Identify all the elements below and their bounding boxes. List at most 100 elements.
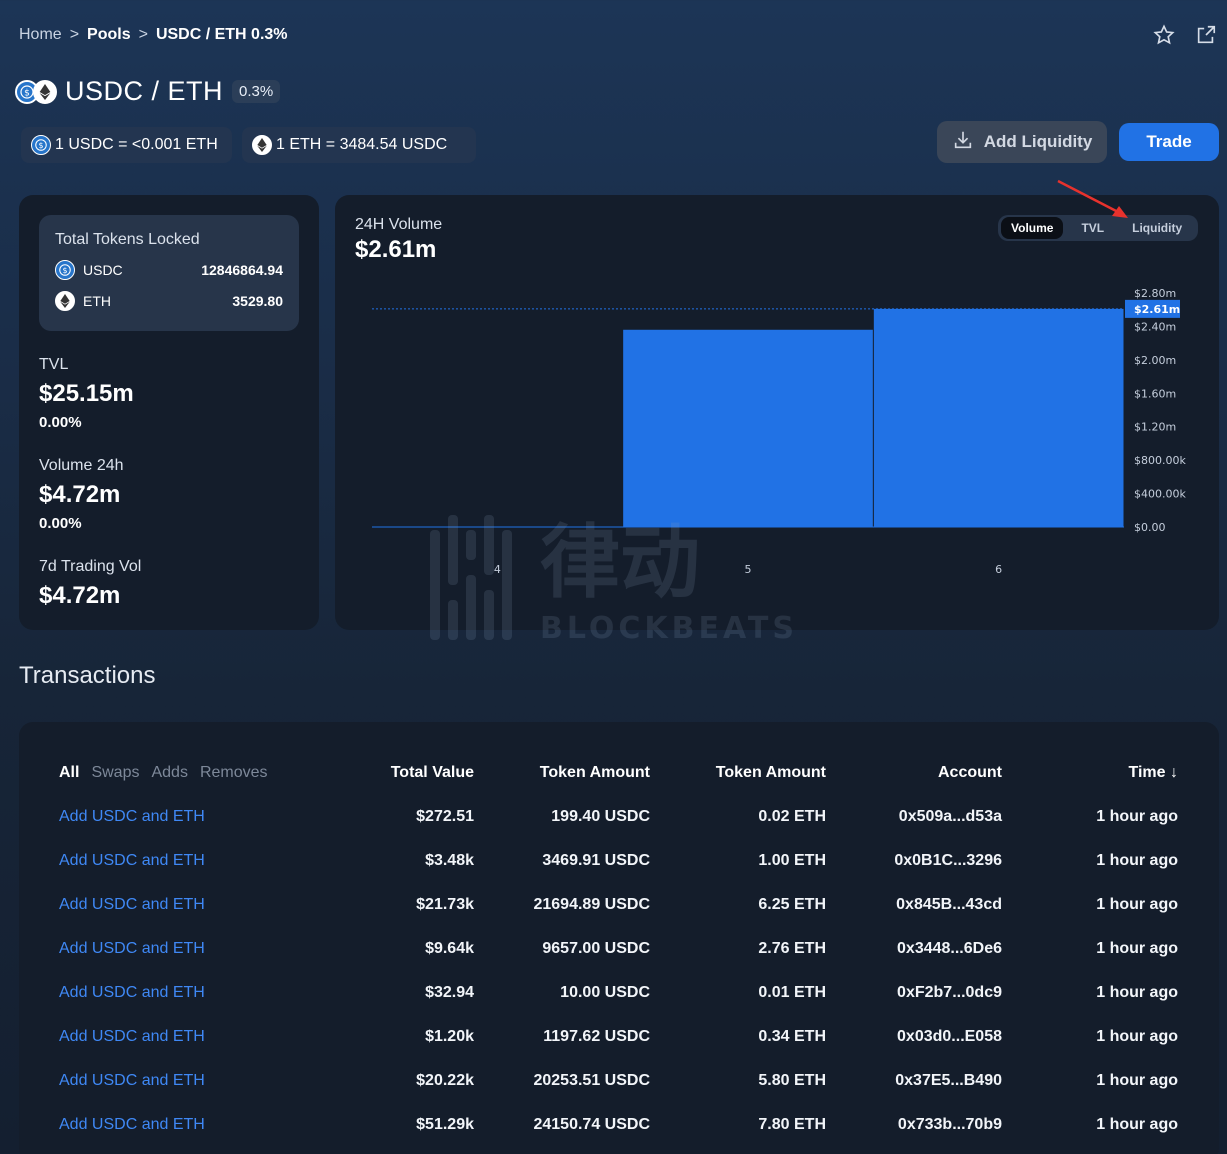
svg-text:$: $ bbox=[62, 266, 67, 275]
price-eth-usdc-label: 1 ETH = 3484.54 USDC bbox=[276, 136, 448, 153]
svg-text:$: $ bbox=[38, 141, 43, 150]
y-tick-label: $1.20m bbox=[1134, 421, 1176, 434]
pool-title-row: $ USDC / ETH 0.3% bbox=[15, 76, 281, 107]
usdc-icon: $ bbox=[55, 260, 75, 280]
transaction-description[interactable]: Add USDC and ETH bbox=[59, 808, 205, 826]
filter-all[interactable]: All bbox=[59, 764, 79, 782]
total-value: $1.20k bbox=[425, 1028, 474, 1045]
filter-adds[interactable]: Adds bbox=[151, 764, 187, 782]
transaction-description[interactable]: Add USDC and ETH bbox=[59, 852, 205, 870]
transaction-time: 1 hour ago bbox=[1096, 940, 1178, 957]
token-amount-2: 0.01 ETH bbox=[758, 984, 826, 1001]
total-value: $21.73k bbox=[416, 896, 474, 913]
tvl-stat: TVL $25.15m 0.00% bbox=[39, 356, 134, 431]
transaction-time: 1 hour ago bbox=[1096, 896, 1178, 913]
eth-icon bbox=[55, 291, 75, 311]
current-value-label: $2.61m bbox=[1134, 303, 1180, 316]
table-row: Add USDC and ETH $1.20k 1197.62 USDC 0.34 E… bbox=[19, 1028, 1219, 1048]
top-actions bbox=[1153, 24, 1217, 46]
table-header: All Swaps Adds Removes Total Value Token… bbox=[19, 764, 1219, 784]
eth-icon bbox=[252, 135, 272, 155]
transaction-description[interactable]: Add USDC and ETH bbox=[59, 984, 205, 1002]
account-address[interactable]: 0x37E5...B490 bbox=[895, 1072, 1002, 1090]
token-symbol: USDC bbox=[83, 262, 123, 278]
trade-button[interactable]: Trade bbox=[1119, 123, 1219, 161]
trading-7d-label: 7d Trading Vol bbox=[39, 558, 142, 575]
price-usdc-eth-label: 1 USDC = <0.001 ETH bbox=[55, 136, 218, 153]
breadcrumb-separator: > bbox=[138, 26, 148, 43]
y-tick-label: $2.80m bbox=[1134, 287, 1176, 300]
token-amount-2: 2.76 ETH bbox=[758, 940, 826, 957]
token-amount-1: 20253.51 USDC bbox=[533, 1072, 650, 1089]
volume-24h-label: Volume 24h bbox=[39, 457, 124, 474]
transactions-heading: Transactions bbox=[19, 662, 156, 689]
token-amount-1: 3469.91 USDC bbox=[542, 852, 650, 869]
table-row: Add USDC and ETH $20.22k 20253.51 USDC 5.80… bbox=[19, 1072, 1219, 1092]
token-amount-2: 6.25 ETH bbox=[758, 896, 826, 913]
filter-swaps[interactable]: Swaps bbox=[91, 764, 139, 782]
breadcrumb-pools[interactable]: Pools bbox=[87, 26, 131, 44]
fee-badge: 0.3% bbox=[232, 80, 281, 103]
external-link-icon[interactable] bbox=[1195, 24, 1217, 46]
column-time[interactable]: Time ↓ bbox=[1129, 764, 1179, 782]
y-tick-label: $400.00k bbox=[1134, 488, 1186, 501]
column-total-value[interactable]: Total Value bbox=[391, 764, 474, 782]
account-address[interactable]: 0x845B...43cd bbox=[896, 896, 1002, 914]
transaction-time: 1 hour ago bbox=[1096, 1072, 1178, 1089]
account-address[interactable]: 0x509a...d53a bbox=[899, 808, 1002, 826]
star-icon[interactable] bbox=[1153, 24, 1175, 46]
table-row: Add USDC and ETH $21.73k 21694.89 USDC 6.25… bbox=[19, 896, 1219, 916]
column-token-amount-2[interactable]: Token Amount bbox=[716, 764, 826, 782]
token-amount-1: 10.00 USDC bbox=[560, 984, 650, 1001]
account-address[interactable]: 0x03d0...E058 bbox=[897, 1028, 1002, 1046]
breadcrumb-current: USDC / ETH 0.3% bbox=[155, 26, 288, 43]
account-address[interactable]: 0x3448...6De6 bbox=[897, 940, 1002, 958]
locked-title: Total Tokens Locked bbox=[55, 231, 200, 248]
transaction-filters: All Swaps Adds Removes bbox=[59, 764, 268, 782]
account-address[interactable]: 0x0B1C...3296 bbox=[894, 852, 1002, 870]
table-row: Add USDC and ETH $51.29k 24150.74 USDC 7.80… bbox=[19, 1116, 1219, 1136]
account-address[interactable]: 0x733b...70b9 bbox=[898, 1116, 1002, 1134]
x-tick-label: 6 bbox=[995, 563, 1002, 576]
filter-removes[interactable]: Removes bbox=[200, 764, 268, 782]
y-tick-label: $800.00k bbox=[1134, 454, 1186, 467]
token-amount: 3529.80 bbox=[232, 293, 283, 309]
add-liquidity-button[interactable]: Add Liquidity bbox=[937, 121, 1107, 163]
token-amount-2: 5.80 ETH bbox=[758, 1072, 826, 1089]
y-tick-label: $1.60m bbox=[1134, 387, 1176, 400]
token-amount-2: 0.34 ETH bbox=[758, 1028, 826, 1045]
price-usdc-eth[interactable]: $ 1 USDC = <0.001 ETH bbox=[21, 127, 232, 163]
eth-icon bbox=[33, 79, 57, 104]
account-address[interactable]: 0xF2b7...0dc9 bbox=[897, 984, 1002, 1002]
token-amount-1: 21694.89 USDC bbox=[533, 896, 650, 913]
token-amount-1: 9657.00 USDC bbox=[542, 940, 650, 957]
token-symbol: ETH bbox=[83, 293, 111, 309]
token-amount-2: 0.02 ETH bbox=[758, 808, 826, 825]
usdc-icon: $ bbox=[31, 135, 51, 155]
transaction-description[interactable]: Add USDC and ETH bbox=[59, 896, 205, 914]
transaction-time: 1 hour ago bbox=[1096, 1116, 1178, 1133]
volume-24h-change: 0.00% bbox=[39, 515, 82, 532]
transaction-description[interactable]: Add USDC and ETH bbox=[59, 1116, 205, 1134]
transaction-description[interactable]: Add USDC and ETH bbox=[59, 940, 205, 958]
chart-bar bbox=[873, 308, 1124, 527]
total-tokens-locked: Total Tokens Locked $ USDC 12846864.94 E… bbox=[39, 215, 299, 331]
tvl-value: $25.15m bbox=[39, 380, 134, 407]
column-account[interactable]: Account bbox=[938, 764, 1002, 782]
transaction-time: 1 hour ago bbox=[1096, 808, 1178, 825]
total-value: $3.48k bbox=[425, 852, 474, 869]
download-icon bbox=[952, 129, 974, 156]
breadcrumb-home[interactable]: Home bbox=[19, 26, 62, 44]
table-row: Add USDC and ETH $9.64k 9657.00 USDC 2.76 E… bbox=[19, 940, 1219, 960]
price-eth-usdc[interactable]: 1 ETH = 3484.54 USDC bbox=[242, 127, 476, 163]
volume-bar-chart: 4 5 6 $2.80m $2.40m $2.00m $1.60m $1.20m $800.00… bbox=[372, 287, 1186, 576]
total-value: $272.51 bbox=[416, 808, 474, 825]
column-token-amount-1[interactable]: Token Amount bbox=[540, 764, 650, 782]
table-row: Add USDC and ETH $3.48k 3469.91 USDC 1.00 E… bbox=[19, 852, 1219, 872]
volume-24h-stat: Volume 24h $4.72m 0.00% bbox=[39, 457, 124, 532]
transaction-description[interactable]: Add USDC and ETH bbox=[59, 1028, 205, 1046]
volume-24h-value: $4.72m bbox=[39, 481, 121, 508]
token-amount-1: 199.40 USDC bbox=[551, 808, 650, 825]
transaction-description[interactable]: Add USDC and ETH bbox=[59, 1072, 205, 1090]
tvl-change: 0.00% bbox=[39, 414, 82, 431]
